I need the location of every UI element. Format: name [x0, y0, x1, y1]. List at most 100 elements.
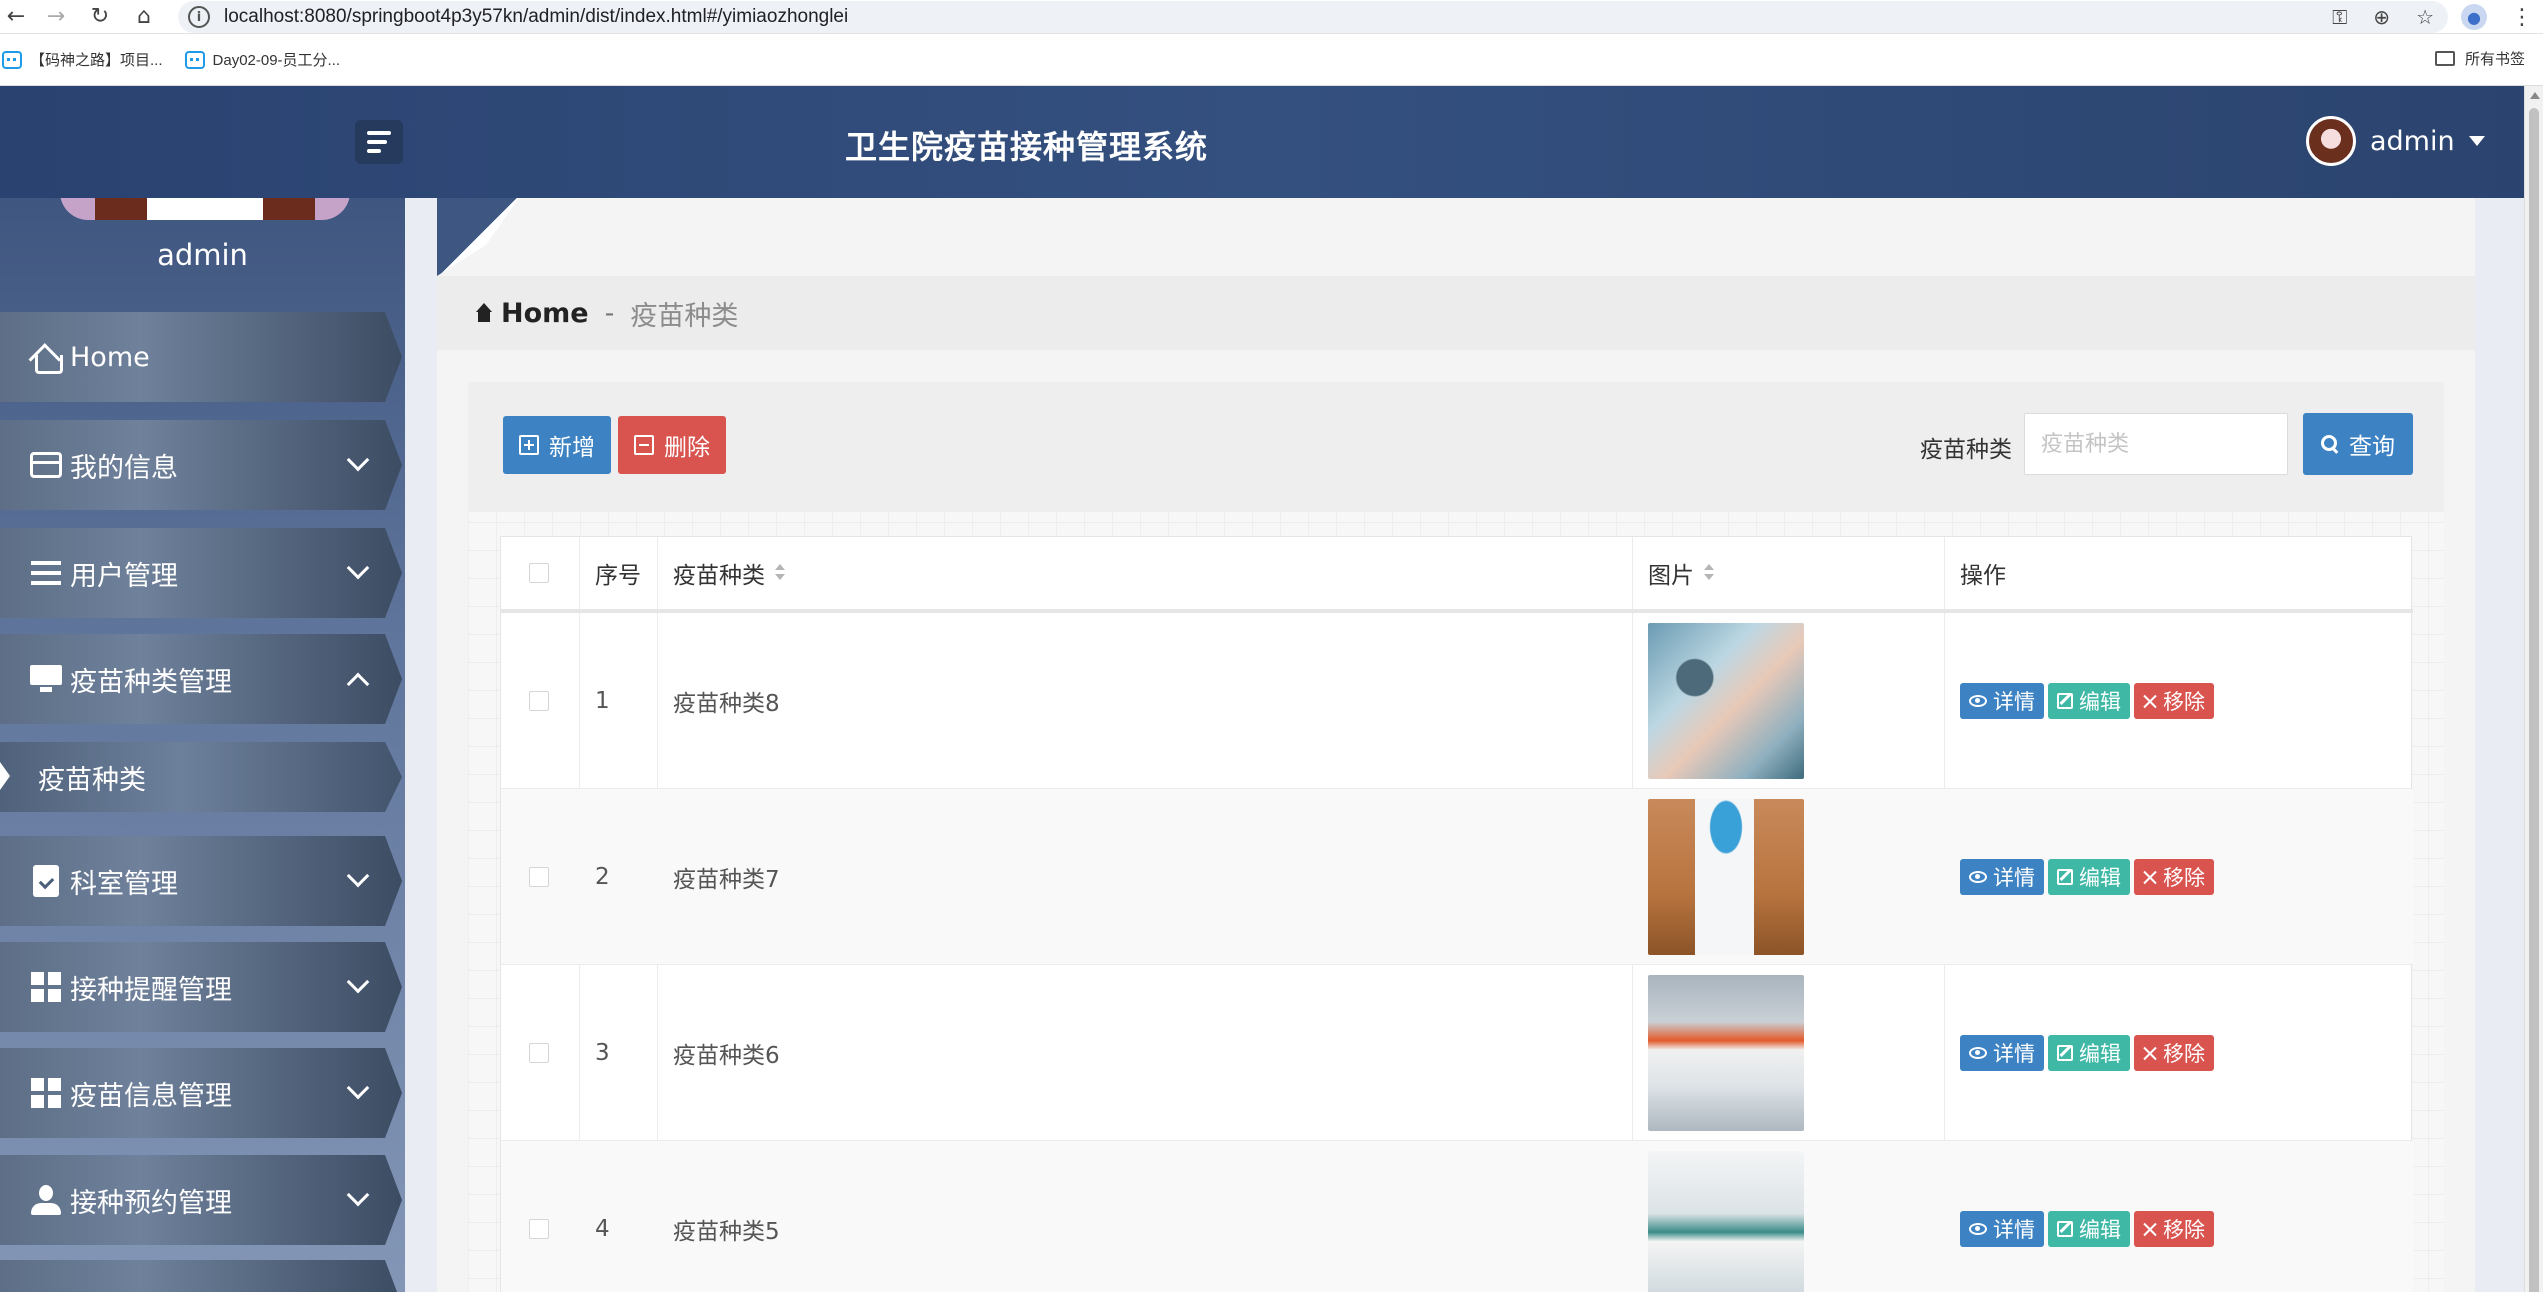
- edit-icon: [2057, 1045, 2073, 1061]
- breadcrumb-home[interactable]: Home: [501, 298, 589, 329]
- bilibili-icon: [2, 50, 22, 69]
- row-checkbox[interactable]: [529, 867, 549, 887]
- sort-icon[interactable]: [775, 564, 785, 582]
- sort-icon[interactable]: [1704, 564, 1714, 582]
- sidebar-item-home[interactable]: Home: [0, 312, 402, 402]
- sidebar-item-my-info[interactable]: 我的信息: [0, 420, 402, 510]
- edit-button[interactable]: 编辑: [2048, 1035, 2130, 1071]
- bookmark-item[interactable]: Day02-09-员工分...: [184, 49, 340, 70]
- sidebar: admin Home 我的信息 用户管理 疫苗种类管理 疫苗种类 科室管理 接种…: [0, 198, 405, 1292]
- bookmark-item[interactable]: 【码神之路】项目...: [2, 49, 163, 70]
- bookmark-star-icon[interactable]: ☆: [2416, 5, 2434, 29]
- monitor-icon: [28, 661, 64, 697]
- home-icon: [28, 339, 64, 375]
- chevron-down-icon: [346, 556, 370, 580]
- edit-button[interactable]: 编辑: [2048, 1211, 2130, 1247]
- remove-button[interactable]: 移除: [2134, 1035, 2214, 1071]
- address-bar[interactable]: i localhost:8080/springboot4p3y57kn/admi…: [178, 1, 2448, 33]
- menu-toggle-button[interactable]: [355, 120, 403, 164]
- select-all-checkbox[interactable]: [529, 563, 549, 583]
- header-category[interactable]: 疫苗种类: [657, 537, 785, 609]
- password-key-icon[interactable]: ⚿: [2332, 5, 2347, 29]
- edit-button[interactable]: 编辑: [2048, 683, 2130, 719]
- close-icon: [2143, 1222, 2157, 1236]
- sidebar-item-vaccine-info[interactable]: 疫苗信息管理: [0, 1048, 402, 1138]
- header-image[interactable]: 图片: [1632, 537, 1714, 609]
- row-checkbox[interactable]: [529, 691, 549, 711]
- url-text[interactable]: localhost:8080/springboot4p3y57kn/admin/…: [224, 6, 848, 28]
- back-arrow-icon[interactable]: ←: [2, 2, 30, 30]
- detail-button[interactable]: 详情: [1960, 859, 2044, 895]
- chevron-down-icon: [346, 1183, 370, 1207]
- remove-button[interactable]: 移除: [2134, 683, 2214, 719]
- clipboard-icon: [28, 863, 64, 899]
- row-category: 疫苗种类5: [673, 1219, 780, 1245]
- breadcrumb-current: 疫苗种类: [630, 300, 739, 332]
- detail-button[interactable]: 详情: [1960, 1211, 2044, 1247]
- caret-down-icon[interactable]: [2468, 136, 2485, 146]
- row-checkbox[interactable]: [529, 1219, 549, 1239]
- sidebar-item-vaccination-appointment[interactable]: 接种预约管理: [0, 1155, 402, 1245]
- user-menu[interactable]: admin: [2306, 116, 2485, 166]
- row-category: 疫苗种类6: [673, 1043, 780, 1069]
- grid-icon: [28, 1075, 64, 1111]
- home-browser-icon[interactable]: ⌂: [130, 2, 158, 30]
- search-input[interactable]: [2024, 413, 2288, 475]
- page-scrollbar[interactable]: [2524, 86, 2543, 1292]
- detail-button[interactable]: 详情: [1960, 683, 2044, 719]
- all-bookmarks[interactable]: 所有书签: [2434, 48, 2525, 69]
- edit-button[interactable]: 编辑: [2048, 859, 2130, 895]
- chevron-down-icon: [346, 970, 370, 994]
- sidebar-item-department-management[interactable]: 科室管理: [0, 836, 402, 926]
- avatar[interactable]: [2306, 116, 2356, 166]
- home-icon: [473, 303, 495, 323]
- app-title: 卫生院疫苗接种管理系统: [845, 128, 1209, 166]
- browser-menu-icon[interactable]: ⋮: [2511, 5, 2533, 30]
- chevron-down-icon: [346, 448, 370, 472]
- plus-square-icon: [519, 435, 539, 455]
- search-icon: [2321, 435, 2339, 453]
- sidebar-subitem-vaccine-category[interactable]: 疫苗种类: [0, 742, 402, 812]
- bookmarks-bar: 【码神之路】项目... Day02-09-员工分... 所有书签: [0, 34, 2543, 86]
- add-button[interactable]: 新增: [503, 416, 611, 474]
- data-table: 序号 疫苗种类 图片 操作 1 疫苗种类8 详情 编辑 移除 2 疫苗种类7 详…: [500, 536, 2413, 1292]
- scroll-up-icon[interactable]: [2530, 92, 2540, 99]
- eye-icon: [1969, 695, 1987, 707]
- scrollbar-thumb[interactable]: [2529, 108, 2539, 1292]
- site-info-icon[interactable]: i: [188, 6, 210, 28]
- row-checkbox[interactable]: [529, 1043, 549, 1063]
- toolbar: 新增 删除 疫苗种类 查询: [468, 382, 2444, 512]
- browser-toolbar: ← → ↻ ⌂ i localhost:8080/springboot4p3y5…: [0, 0, 2543, 34]
- profile-icon[interactable]: ●: [2461, 4, 2487, 30]
- row-category: 疫苗种类8: [673, 691, 780, 717]
- forward-arrow-icon[interactable]: →: [42, 2, 70, 30]
- reload-icon[interactable]: ↻: [86, 2, 114, 30]
- remove-button[interactable]: 移除: [2134, 1211, 2214, 1247]
- table-row: 1 疫苗种类8 详情 编辑 移除: [501, 613, 2413, 789]
- folder-icon: [2434, 51, 2455, 66]
- sidebar-item-user-management[interactable]: 用户管理: [0, 528, 402, 618]
- vaccine-image: [1648, 1151, 1804, 1292]
- eye-icon: [1969, 1223, 1987, 1235]
- delete-button[interactable]: 删除: [618, 416, 726, 474]
- edit-icon: [2057, 869, 2073, 885]
- close-icon: [2143, 694, 2157, 708]
- row-index: 1: [595, 688, 610, 714]
- breadcrumb-separator: -: [604, 297, 615, 329]
- eye-icon: [1969, 1047, 1987, 1059]
- app-header: 卫生院疫苗接种管理系统 admin: [0, 86, 2524, 198]
- eye-icon: [1969, 871, 1987, 883]
- remove-button[interactable]: 移除: [2134, 859, 2214, 895]
- list-icon: [28, 555, 64, 591]
- sidebar-item-vaccination-reminder[interactable]: 接种提醒管理: [0, 942, 402, 1032]
- row-index: 3: [595, 1040, 610, 1066]
- search-button[interactable]: 查询: [2303, 413, 2413, 475]
- sidebar-item-vaccine-category-management[interactable]: 疫苗种类管理: [0, 634, 402, 724]
- zoom-icon[interactable]: ⊕: [2373, 5, 2390, 29]
- content-card: 新增 删除 疫苗种类 查询 序号 疫苗种类 图片: [468, 382, 2444, 1292]
- sidebar-item-more[interactable]: [0, 1260, 402, 1292]
- vaccine-image: [1648, 975, 1804, 1131]
- close-icon: [2143, 1046, 2157, 1060]
- header-username[interactable]: admin: [2370, 126, 2455, 157]
- detail-button[interactable]: 详情: [1960, 1035, 2044, 1071]
